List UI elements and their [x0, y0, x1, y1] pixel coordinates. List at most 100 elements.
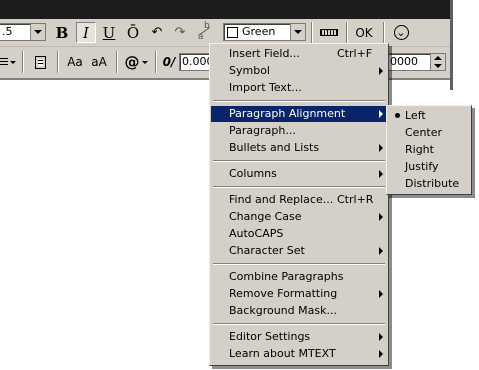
color-swatch — [227, 27, 238, 38]
redo-button[interactable]: ↷ — [171, 22, 189, 43]
menu-item-change-case[interactable]: Change Case — [211, 209, 387, 225]
menu-item-insert-field[interactable]: Insert Field... Ctrl+F — [211, 46, 387, 62]
uppercase-label: aA — [91, 55, 107, 69]
submenu-item-label: Distribute — [405, 177, 460, 190]
submenu-item-left[interactable]: Left — [388, 107, 470, 124]
undo-button[interactable]: ↶ — [148, 22, 166, 43]
symbol-button[interactable]: @ — [122, 52, 150, 72]
menu-item-learn-about-mtext[interactable]: Learn about MTEXT — [211, 346, 387, 362]
overline-label: Ō — [126, 23, 140, 42]
submenu-item-label: Left — [405, 109, 426, 122]
italic-label: I — [83, 23, 89, 42]
ok-label: OK — [355, 25, 373, 40]
menu-item-editor-settings[interactable]: Editor Settings — [211, 329, 387, 345]
spin-up-icon[interactable] — [434, 56, 442, 60]
menu-item-character-set[interactable]: Character Set — [211, 243, 387, 259]
menu-separator — [213, 186, 385, 188]
insert-field-button[interactable] — [30, 52, 50, 72]
oblique-angle-label: 0/ — [162, 55, 176, 69]
text-color-combo[interactable]: Green — [223, 23, 306, 41]
menu-item-label: Paragraph... — [229, 124, 296, 137]
window-edge — [450, 0, 453, 90]
lowercase-button[interactable]: Aa — [64, 52, 86, 72]
overline-button[interactable]: Ō — [123, 22, 143, 43]
ruler-button[interactable] — [318, 23, 340, 41]
menu-item-autocaps[interactable]: AutoCAPS — [211, 226, 387, 242]
menu-item-label: Import Text... — [229, 81, 302, 94]
spin-down-icon[interactable] — [434, 64, 442, 68]
menu-item-label: Combine Paragraphs — [229, 270, 344, 283]
line-spacing-icon — [0, 57, 8, 67]
font-size-combo[interactable]: .5 — [0, 23, 46, 41]
bold-label: B — [55, 23, 69, 42]
stack-button[interactable]: b a — [196, 21, 214, 43]
stack-icon-bottom: a — [198, 32, 204, 42]
menu-item-remove-formatting[interactable]: Remove Formatting — [211, 286, 387, 302]
underline-button[interactable]: U — [99, 22, 119, 43]
submenu-arrow-icon — [379, 170, 383, 178]
font-size-dropdown-button[interactable] — [30, 24, 45, 40]
toolbar-separator — [346, 22, 348, 44]
submenu-arrow-icon — [379, 144, 383, 152]
menu-item-import-text[interactable]: Import Text... — [211, 80, 387, 96]
menu-item-shortcut: Ctrl+F — [337, 47, 373, 60]
line-spacing-button[interactable] — [0, 52, 16, 72]
ruler-icon — [320, 28, 338, 36]
submenu-item-right[interactable]: Right — [388, 141, 470, 158]
menu-item-shortcut: Ctrl+R — [337, 193, 374, 206]
underline-label: U — [102, 23, 116, 42]
submenu-item-distribute[interactable]: Distribute — [388, 175, 470, 192]
text-color-dropdown-button[interactable] — [290, 24, 305, 40]
menu-item-label: Columns — [229, 167, 277, 180]
menu-item-label: Character Set — [229, 244, 305, 257]
menu-item-label: Paragraph Alignment — [229, 107, 346, 120]
chevron-down-icon — [294, 30, 302, 34]
width-factor-spinner[interactable] — [430, 54, 445, 70]
bold-button[interactable]: B — [52, 22, 72, 43]
menu-item-label: Learn about MTEXT — [229, 347, 336, 360]
undo-icon: ↶ — [151, 25, 163, 40]
uppercase-button[interactable]: aA — [88, 52, 110, 72]
menu-item-label: Bullets and Lists — [229, 141, 320, 154]
redo-icon: ↷ — [174, 25, 186, 40]
oblique-angle-input[interactable]: 0.000 — [179, 53, 214, 71]
menu-item-background-mask[interactable]: Background Mask... — [211, 303, 387, 319]
menu-item-combine-paragraphs[interactable]: Combine Paragraphs — [211, 269, 387, 285]
menu-item-label: Editor Settings — [229, 330, 311, 343]
menu-separator — [213, 323, 385, 325]
document-icon — [34, 55, 46, 69]
width-factor-value: 0000 — [390, 55, 418, 68]
options-icon-glyph: ⌄ — [396, 26, 406, 39]
submenu-item-label: Justify — [405, 160, 439, 173]
menu-separator — [213, 100, 385, 102]
menu-item-bullets-and-lists[interactable]: Bullets and Lists — [211, 140, 387, 156]
menu-item-columns[interactable]: Columns — [211, 166, 387, 182]
submenu-arrow-icon — [379, 247, 383, 255]
ok-button[interactable]: OK — [351, 22, 377, 43]
menu-item-paragraph-alignment[interactable]: Paragraph Alignment — [211, 106, 387, 122]
submenu-arrow-icon — [379, 333, 383, 341]
radio-bullet-icon — [395, 113, 400, 118]
menu-item-label: Find and Replace... — [229, 193, 334, 206]
font-size-value: .5 — [2, 25, 13, 38]
menu-item-find-and-replace[interactable]: Find and Replace... Ctrl+R — [211, 192, 387, 208]
submenu-item-label: Right — [405, 143, 434, 156]
options-button[interactable]: ⌄ — [390, 22, 412, 43]
italic-button[interactable]: I — [76, 22, 96, 43]
menu-item-label: Change Case — [229, 210, 302, 223]
submenu-arrow-icon — [379, 67, 383, 75]
chevron-down-icon — [34, 30, 42, 34]
width-factor-input[interactable]: 0000 — [386, 53, 446, 71]
paragraph-alignment-submenu: Left Center Right Justify Distribute — [386, 105, 472, 195]
submenu-item-justify[interactable]: Justify — [388, 158, 470, 175]
toolbar-separator — [116, 51, 118, 73]
menu-separator — [213, 263, 385, 265]
oblique-angle-icon: 0/ — [160, 52, 178, 72]
options-icon: ⌄ — [393, 25, 409, 40]
submenu-arrow-icon — [379, 213, 383, 221]
menu-item-symbol[interactable]: Symbol — [211, 63, 387, 79]
submenu-item-center[interactable]: Center — [388, 124, 470, 141]
title-bar — [0, 0, 450, 19]
submenu-arrow-icon — [379, 110, 383, 118]
menu-item-paragraph[interactable]: Paragraph... — [211, 123, 387, 139]
